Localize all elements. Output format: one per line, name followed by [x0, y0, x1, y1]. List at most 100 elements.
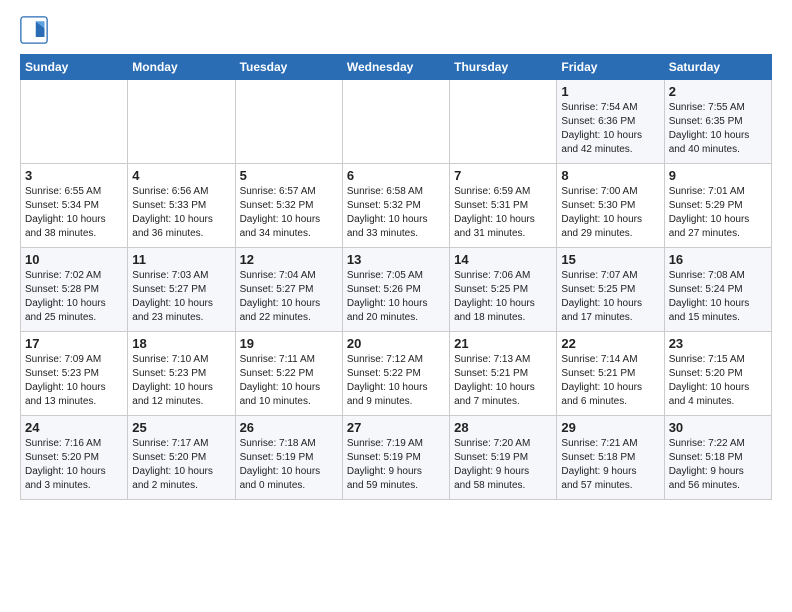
day-cell: 27 Sunrise: 7:19 AM Sunset: 5:19 PM Dayli… — [342, 416, 449, 500]
day-number: 13 — [347, 252, 445, 267]
day-number: 4 — [132, 168, 230, 183]
week-row-5: 24Sunrise: 7:16 AM Sunset: 5:20 PM Dayli… — [21, 416, 772, 500]
day-cell: 29 Sunrise: 7:21 AM Sunset: 5:18 PM Dayli… — [557, 416, 664, 500]
day-number: 5 — [240, 168, 338, 183]
day-number: 1 — [561, 84, 659, 99]
day-info: Sunrise: 7:14 AM Sunset: 5:21 PM Dayligh… — [561, 353, 659, 409]
logo — [20, 16, 52, 44]
calendar-table: SundayMondayTuesdayWednesdayThursdayFrid… — [20, 54, 772, 500]
header — [20, 16, 772, 44]
day-number: 16 — [669, 252, 767, 267]
week-row-3: 10Sunrise: 7:02 AM Sunset: 5:28 PM Dayli… — [21, 248, 772, 332]
day-number: 7 — [454, 168, 552, 183]
day-info: Sunrise: 7:55 AM Sunset: 6:35 PM Dayligh… — [669, 101, 767, 157]
day-number: 29 — [561, 420, 659, 435]
day-cell: 28 Sunrise: 7:20 AM Sunset: 5:19 PM Dayli… — [450, 416, 557, 500]
day-cell: 4 Sunrise: 6:56 AM Sunset: 5:33 PM Daylig… — [128, 164, 235, 248]
day-info: Sunrise: 7:22 AM Sunset: 5:18 PM Dayligh… — [669, 437, 767, 493]
week-row-4: 17 Sunrise: 7:09 AM Sunset: 5:23 PM Dayli… — [21, 332, 772, 416]
day-info: Sunrise: 7:20 AM Sunset: 5:19 PM Dayligh… — [454, 437, 552, 493]
day-cell: 11 Sunrise: 7:03 AM Sunset: 5:27 PM Dayli… — [128, 248, 235, 332]
day-cell: 9 Sunrise: 7:01 AM Sunset: 5:29 PM Daylig… — [664, 164, 771, 248]
day-number: 8 — [561, 168, 659, 183]
day-info: Sunrise: 7:01 AM Sunset: 5:29 PM Dayligh… — [669, 185, 767, 241]
day-cell: 8 Sunrise: 7:00 AM Sunset: 5:30 PM Daylig… — [557, 164, 664, 248]
day-cell — [450, 80, 557, 164]
day-info: Sunrise: 7:08 AM Sunset: 5:24 PM Dayligh… — [669, 269, 767, 325]
day-info: Sunrise: 7:02 AM Sunset: 5:28 PM Dayligh… — [25, 269, 123, 325]
day-info: Sunrise: 7:17 AM Sunset: 5:20 PM Dayligh… — [132, 437, 230, 493]
day-info: Sunrise: 7:05 AM Sunset: 5:26 PM Dayligh… — [347, 269, 445, 325]
day-info: Sunrise: 7:54 AM Sunset: 6:36 PM Dayligh… — [561, 101, 659, 157]
day-info: Sunrise: 7:03 AM Sunset: 5:27 PM Dayligh… — [132, 269, 230, 325]
day-cell: 26 Sunrise: 7:18 AM Sunset: 5:19 PM Dayli… — [235, 416, 342, 500]
day-cell — [342, 80, 449, 164]
week-row-1: 1 Sunrise: 7:54 AM Sunset: 6:36 PM Daylig… — [21, 80, 772, 164]
day-cell: 13 Sunrise: 7:05 AM Sunset: 5:26 PM Dayli… — [342, 248, 449, 332]
day-number: 20 — [347, 336, 445, 351]
day-number: 22 — [561, 336, 659, 351]
day-number: 11 — [132, 252, 230, 267]
day-number: 6 — [347, 168, 445, 183]
day-info: Sunrise: 7:15 AM Sunset: 5:20 PM Dayligh… — [669, 353, 767, 409]
day-cell: 12Sunrise: 7:04 AM Sunset: 5:27 PM Dayli… — [235, 248, 342, 332]
day-number: 27 — [347, 420, 445, 435]
day-info: Sunrise: 7:21 AM Sunset: 5:18 PM Dayligh… — [561, 437, 659, 493]
weekday-header-tuesday: Tuesday — [235, 55, 342, 80]
weekday-header-row: SundayMondayTuesdayWednesdayThursdayFrid… — [21, 55, 772, 80]
day-cell: 17 Sunrise: 7:09 AM Sunset: 5:23 PM Dayli… — [21, 332, 128, 416]
day-cell: 24Sunrise: 7:16 AM Sunset: 5:20 PM Dayli… — [21, 416, 128, 500]
weekday-header-sunday: Sunday — [21, 55, 128, 80]
day-info: Sunrise: 6:59 AM Sunset: 5:31 PM Dayligh… — [454, 185, 552, 241]
weekday-header-wednesday: Wednesday — [342, 55, 449, 80]
day-info: Sunrise: 7:04 AM Sunset: 5:27 PM Dayligh… — [240, 269, 338, 325]
weekday-header-thursday: Thursday — [450, 55, 557, 80]
day-cell — [21, 80, 128, 164]
day-cell: 15 Sunrise: 7:07 AM Sunset: 5:25 PM Dayli… — [557, 248, 664, 332]
day-cell: 19Sunrise: 7:11 AM Sunset: 5:22 PM Dayli… — [235, 332, 342, 416]
day-cell: 21 Sunrise: 7:13 AM Sunset: 5:21 PM Dayli… — [450, 332, 557, 416]
day-info: Sunrise: 6:57 AM Sunset: 5:32 PM Dayligh… — [240, 185, 338, 241]
day-cell: 22 Sunrise: 7:14 AM Sunset: 5:21 PM Dayli… — [557, 332, 664, 416]
weekday-header-saturday: Saturday — [664, 55, 771, 80]
day-cell: 7 Sunrise: 6:59 AM Sunset: 5:31 PM Daylig… — [450, 164, 557, 248]
day-cell: 30Sunrise: 7:22 AM Sunset: 5:18 PM Dayli… — [664, 416, 771, 500]
day-number: 15 — [561, 252, 659, 267]
day-number: 2 — [669, 84, 767, 99]
day-cell: 16 Sunrise: 7:08 AM Sunset: 5:24 PM Dayli… — [664, 248, 771, 332]
day-number: 26 — [240, 420, 338, 435]
day-number: 23 — [669, 336, 767, 351]
day-number: 18 — [132, 336, 230, 351]
day-number: 21 — [454, 336, 552, 351]
day-info: Sunrise: 7:09 AM Sunset: 5:23 PM Dayligh… — [25, 353, 123, 409]
day-cell: 6 Sunrise: 6:58 AM Sunset: 5:32 PM Daylig… — [342, 164, 449, 248]
weekday-header-friday: Friday — [557, 55, 664, 80]
day-cell — [128, 80, 235, 164]
day-cell: 1 Sunrise: 7:54 AM Sunset: 6:36 PM Daylig… — [557, 80, 664, 164]
day-info: Sunrise: 7:18 AM Sunset: 5:19 PM Dayligh… — [240, 437, 338, 493]
day-number: 17 — [25, 336, 123, 351]
day-info: Sunrise: 6:56 AM Sunset: 5:33 PM Dayligh… — [132, 185, 230, 241]
day-cell: 25Sunrise: 7:17 AM Sunset: 5:20 PM Dayli… — [128, 416, 235, 500]
day-info: Sunrise: 6:58 AM Sunset: 5:32 PM Dayligh… — [347, 185, 445, 241]
day-cell — [235, 80, 342, 164]
day-cell: 3Sunrise: 6:55 AM Sunset: 5:34 PM Daylig… — [21, 164, 128, 248]
day-info: Sunrise: 7:06 AM Sunset: 5:25 PM Dayligh… — [454, 269, 552, 325]
calendar-page: SundayMondayTuesdayWednesdayThursdayFrid… — [0, 0, 792, 512]
weekday-header-monday: Monday — [128, 55, 235, 80]
day-number: 24 — [25, 420, 123, 435]
day-cell: 20 Sunrise: 7:12 AM Sunset: 5:22 PM Dayli… — [342, 332, 449, 416]
day-cell: 5 Sunrise: 6:57 AM Sunset: 5:32 PM Daylig… — [235, 164, 342, 248]
day-cell: 10Sunrise: 7:02 AM Sunset: 5:28 PM Dayli… — [21, 248, 128, 332]
day-info: Sunrise: 7:07 AM Sunset: 5:25 PM Dayligh… — [561, 269, 659, 325]
day-info: Sunrise: 7:00 AM Sunset: 5:30 PM Dayligh… — [561, 185, 659, 241]
day-info: Sunrise: 6:55 AM Sunset: 5:34 PM Dayligh… — [25, 185, 123, 241]
day-info: Sunrise: 7:19 AM Sunset: 5:19 PM Dayligh… — [347, 437, 445, 493]
day-info: Sunrise: 7:11 AM Sunset: 5:22 PM Dayligh… — [240, 353, 338, 409]
logo-icon — [20, 16, 48, 44]
day-number: 9 — [669, 168, 767, 183]
day-info: Sunrise: 7:13 AM Sunset: 5:21 PM Dayligh… — [454, 353, 552, 409]
day-info: Sunrise: 7:12 AM Sunset: 5:22 PM Dayligh… — [347, 353, 445, 409]
day-number: 28 — [454, 420, 552, 435]
day-cell: 23 Sunrise: 7:15 AM Sunset: 5:20 PM Dayli… — [664, 332, 771, 416]
